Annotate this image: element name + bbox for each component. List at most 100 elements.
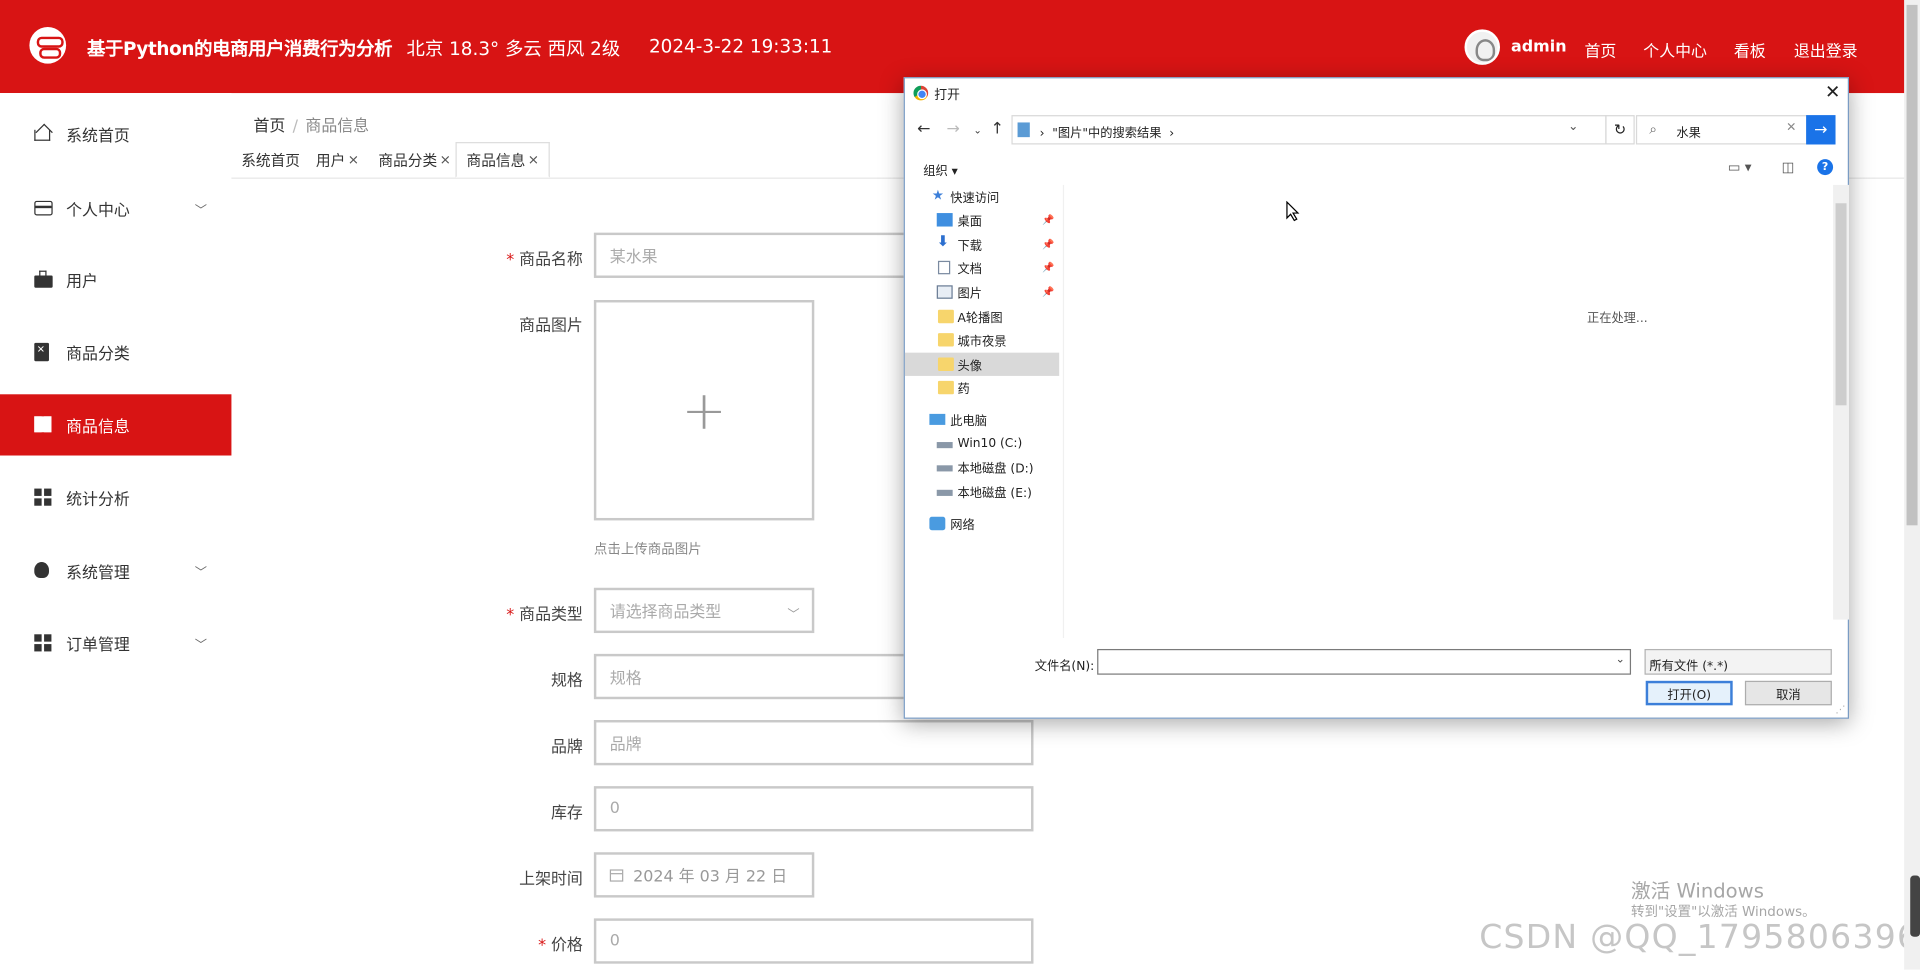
tree-folder-avatar[interactable]: 头像 [904, 352, 1060, 376]
nav-profile-link[interactable]: 个人中心 [1643, 38, 1707, 61]
pin-icon[interactable]: 📌 [1042, 214, 1054, 225]
product-image-label: 商品图片 [519, 317, 583, 336]
sidebar-item-profile[interactable]: 个人中心 ﹀ [0, 178, 231, 239]
tree-folder-carousel[interactable]: A轮播图 [905, 305, 1059, 328]
resize-grip-icon[interactable]: ⋰ [1836, 704, 1846, 715]
file-open-dialog: 打开 ✕ ← → ⌄ ↑ › "图片"中的搜索结果 › ⌄ ↻ ⌕ 水果 ✕ →… [903, 77, 1849, 719]
preview-pane-icon[interactable]: ◫ [1782, 159, 1795, 175]
tree-this-pc[interactable]: 此电脑 [905, 408, 1059, 431]
chrome-icon [913, 85, 929, 101]
mouse-cursor-icon [1286, 200, 1300, 222]
close-icon[interactable]: × [348, 151, 359, 167]
tab-products[interactable]: 商品信息 × [455, 142, 551, 178]
chevron-down-icon[interactable]: ⌄ [1568, 120, 1578, 133]
product-name-label: * 商品名称 [506, 251, 583, 270]
navigation-tree: ★ 快速访问 桌面 📌 ⬇ 下载 📌 文档 📌 图片 📌 A轮播图 城市夜景 头… [904, 184, 1065, 638]
forward-arrow-icon[interactable]: → [947, 120, 960, 138]
card-icon [34, 200, 53, 216]
pin-icon[interactable]: 📌 [1042, 262, 1054, 273]
network-icon [929, 516, 946, 531]
sidebar-item-label: 订单管理 [66, 636, 130, 655]
pin-icon[interactable]: 📌 [1042, 239, 1054, 250]
sidebar-item-categories[interactable]: 商品分类 [0, 321, 231, 382]
scroll-thumb[interactable] [1835, 203, 1847, 406]
view-options-icon[interactable]: ▭ ▾ [1728, 159, 1752, 175]
search-go-button[interactable]: → [1806, 115, 1836, 145]
file-list-area[interactable]: 正在处理... [1064, 185, 1833, 620]
close-icon[interactable]: × [528, 152, 539, 168]
home-icon [34, 129, 51, 141]
tree-pictures[interactable]: 图片 📌 [905, 280, 1059, 303]
tree-desktop[interactable]: 桌面 📌 [905, 208, 1059, 231]
document-icon [937, 260, 951, 275]
tree-folder-medicine[interactable]: 药 [905, 376, 1059, 399]
csdn-watermark: CSDN @QQ_1795806396 [1479, 918, 1920, 957]
address-bar[interactable]: › "图片"中的搜索结果 › ⌄ [1011, 115, 1607, 145]
pin-icon[interactable]: 📌 [1042, 287, 1054, 298]
dialog-scrollbar[interactable] [1833, 184, 1849, 620]
sidebar-item-label: 统计分析 [66, 490, 130, 509]
folder-icon [937, 333, 954, 347]
nav-dashboard-link[interactable]: 看板 [1734, 38, 1766, 61]
tree-quick-access[interactable]: ★ 快速访问 [905, 185, 1059, 208]
recent-dropdown-icon[interactable]: ⌄ [973, 125, 981, 136]
tree-drive-d[interactable]: 本地磁盘 (D:) [905, 456, 1059, 479]
chevron-down-icon: ﹀ [194, 638, 207, 653]
sidebar-item-label: 商品信息 [66, 418, 130, 437]
search-input[interactable]: ⌕ 水果 ✕ [1635, 115, 1808, 145]
image-upload-box[interactable]: + [593, 300, 815, 521]
dialog-title: 打开 [934, 88, 961, 103]
nav-home-link[interactable]: 首页 [1585, 38, 1617, 61]
search-results-icon [1017, 122, 1030, 138]
listing-date-picker[interactable]: 2024 年 03 月 22 日 [593, 852, 815, 898]
open-button[interactable]: 打开(O) [1645, 680, 1733, 706]
tree-network[interactable]: 网络 [905, 512, 1059, 535]
tree-folder-city-night[interactable]: 城市夜景 [905, 328, 1059, 351]
tab-categories[interactable]: 商品分类 × [369, 142, 461, 176]
avatar[interactable] [1464, 29, 1501, 65]
sidebar-item-system[interactable]: 系统管理 ﹀ [0, 540, 231, 601]
help-icon[interactable]: ? [1817, 159, 1834, 176]
tree-documents[interactable]: 文档 📌 [905, 256, 1059, 279]
back-arrow-icon[interactable]: ← [917, 120, 930, 138]
listing-date-value: 2024 年 03 月 22 日 [633, 868, 788, 887]
price-input[interactable]: 0 [593, 918, 1034, 964]
sidebar-item-label: 个人中心 [66, 201, 130, 220]
close-icon[interactable]: ✕ [1825, 81, 1840, 103]
filename-input[interactable]: ⌄ [1097, 648, 1632, 675]
tree-drive-c[interactable]: Win10 (C:) [905, 432, 1059, 455]
sidebar-item-statistics[interactable]: 统计分析 [0, 467, 231, 528]
drive-icon [936, 442, 953, 449]
stock-input[interactable]: 0 [593, 786, 1034, 832]
tab-home[interactable]: 系统首页 [231, 142, 309, 176]
page-scrollbar[interactable] [1904, 0, 1920, 970]
product-type-select[interactable]: 请选择商品类型 ﹀ [593, 587, 815, 634]
sidebar-item-home[interactable]: 系统首页 [0, 103, 231, 164]
filename-label: 文件名(N): [1034, 660, 1095, 674]
tree-downloads[interactable]: ⬇ 下载 📌 [905, 233, 1059, 256]
grid-icon [34, 488, 52, 506]
tree-drive-e[interactable]: 本地磁盘 (E:) [905, 480, 1059, 503]
breadcrumb-home[interactable]: 首页 [253, 118, 285, 136]
organize-menu[interactable]: 组织 ▾ [923, 160, 958, 178]
folder-icon [937, 309, 954, 324]
chevron-down-icon[interactable]: ⌄ [1616, 654, 1625, 666]
filetype-select[interactable]: 所有文件 (*.*) ⌄ [1644, 648, 1832, 675]
clear-icon[interactable]: ✕ [1786, 121, 1796, 134]
side-handle[interactable] [1910, 875, 1920, 937]
grid-icon [34, 634, 52, 652]
address-path: › "图片"中的搜索结果 › [1039, 127, 1175, 141]
sidebar-item-products[interactable]: 商品信息 [0, 394, 232, 456]
cancel-button[interactable]: 取消 [1744, 680, 1832, 706]
sidebar-item-orders[interactable]: 订单管理 ﹀ [0, 612, 231, 673]
scroll-thumb[interactable] [1906, 4, 1918, 526]
bulb-icon [34, 562, 49, 578]
refresh-icon[interactable]: ↻ [1605, 115, 1635, 145]
tab-users[interactable]: 用户 × [306, 142, 369, 176]
close-icon[interactable]: × [440, 151, 451, 167]
up-arrow-icon[interactable]: ↑ [991, 120, 1004, 138]
sidebar-item-users[interactable]: 用户 [0, 249, 231, 310]
username[interactable]: admin [1511, 38, 1567, 56]
brand-input[interactable]: 品牌 [593, 720, 1034, 766]
logout-link[interactable]: 退出登录 [1794, 38, 1858, 61]
